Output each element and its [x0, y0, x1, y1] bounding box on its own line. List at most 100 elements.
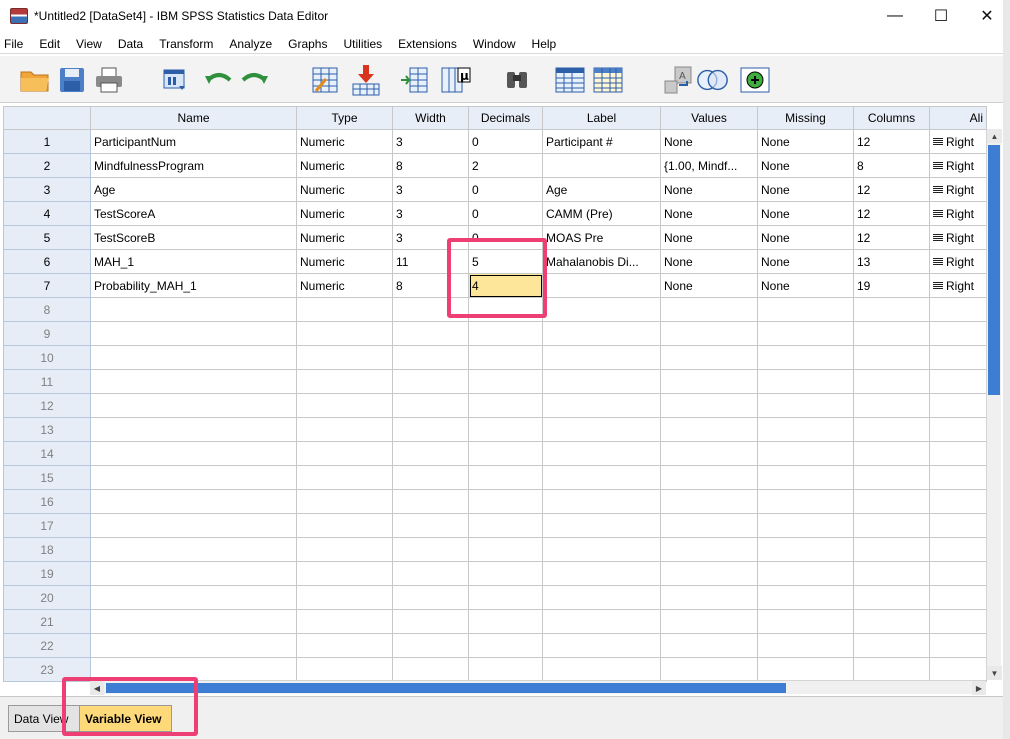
empty-cell[interactable]	[929, 633, 987, 658]
dialog-recall-icon[interactable]	[158, 63, 192, 97]
columns-cell[interactable]: 12	[853, 225, 930, 250]
empty-row[interactable]: 12	[3, 393, 987, 418]
empty-cell[interactable]	[853, 489, 930, 514]
name-cell[interactable]: Age	[90, 177, 297, 202]
menu-data[interactable]: Data	[111, 37, 152, 51]
row-number[interactable]: 18	[3, 537, 91, 562]
empty-cell[interactable]	[853, 657, 930, 682]
columns-cell[interactable]: 12	[853, 129, 930, 154]
empty-row[interactable]: 13	[3, 417, 987, 442]
menu-help[interactable]: Help	[525, 37, 566, 51]
empty-cell[interactable]	[929, 297, 987, 322]
row-number[interactable]: 20	[3, 585, 91, 610]
empty-cell[interactable]	[468, 393, 543, 418]
empty-row[interactable]: 15	[3, 465, 987, 490]
column-header-label[interactable]: Label	[542, 106, 661, 130]
empty-cell[interactable]	[468, 369, 543, 394]
align-cell[interactable]: Right	[929, 249, 987, 274]
empty-cell[interactable]	[757, 585, 854, 610]
empty-cell[interactable]	[542, 465, 661, 490]
menu-window[interactable]: Window	[466, 37, 525, 51]
empty-cell[interactable]	[853, 561, 930, 586]
empty-cell[interactable]	[660, 441, 758, 466]
name-cell[interactable]: MindfulnessProgram	[90, 153, 297, 178]
missing-cell[interactable]: None	[757, 201, 854, 226]
columns-cell[interactable]: 19	[853, 273, 930, 298]
empty-cell[interactable]	[542, 513, 661, 538]
empty-cell[interactable]	[929, 489, 987, 514]
columns-cell[interactable]: 8	[853, 153, 930, 178]
minimize-button[interactable]: —	[872, 0, 918, 32]
empty-cell[interactable]	[757, 441, 854, 466]
empty-cell[interactable]	[853, 441, 930, 466]
empty-cell[interactable]	[90, 321, 297, 346]
column-header-type[interactable]: Type	[296, 106, 393, 130]
print-icon[interactable]	[92, 63, 126, 97]
empty-cell[interactable]	[468, 441, 543, 466]
empty-cell[interactable]	[392, 441, 469, 466]
variable-row[interactable]: 1 ParticipantNum Numeric 3 0 Participant # Non…	[3, 129, 987, 154]
label-cell[interactable]: MOAS Pre	[542, 225, 661, 250]
empty-cell[interactable]	[853, 633, 930, 658]
empty-row[interactable]: 19	[3, 561, 987, 586]
type-cell[interactable]: Numeric	[296, 225, 393, 250]
empty-cell[interactable]	[542, 561, 661, 586]
values-cell[interactable]: None	[660, 273, 758, 298]
values-cell[interactable]: {1.00, Mindf...	[660, 153, 758, 178]
row-number[interactable]: 13	[3, 417, 91, 442]
empty-cell[interactable]	[660, 633, 758, 658]
empty-cell[interactable]	[929, 393, 987, 418]
empty-cell[interactable]	[757, 417, 854, 442]
empty-cell[interactable]	[90, 369, 297, 394]
column-header-values[interactable]: Values	[660, 106, 758, 130]
name-cell[interactable]: Probability_MAH_1	[90, 273, 297, 298]
empty-cell[interactable]	[660, 297, 758, 322]
empty-cell[interactable]	[296, 657, 393, 682]
variable-row[interactable]: 2 MindfulnessProgram Numeric 8 2 {1.00, Mindf…	[3, 153, 987, 178]
row-number[interactable]: 19	[3, 561, 91, 586]
empty-cell[interactable]	[392, 585, 469, 610]
maximize-button[interactable]: ☐	[918, 0, 964, 32]
menu-view[interactable]: View	[69, 37, 111, 51]
vertical-scroll-thumb[interactable]	[988, 145, 1000, 395]
row-number[interactable]: 12	[3, 393, 91, 418]
width-cell[interactable]: 3	[392, 201, 469, 226]
empty-cell[interactable]	[542, 489, 661, 514]
empty-cell[interactable]	[929, 585, 987, 610]
row-number[interactable]: 1	[3, 129, 91, 154]
row-number[interactable]: 10	[3, 345, 91, 370]
empty-cell[interactable]	[468, 321, 543, 346]
variables-icon[interactable]	[398, 63, 432, 97]
empty-cell[interactable]	[296, 441, 393, 466]
empty-cell[interactable]	[90, 417, 297, 442]
empty-cell[interactable]	[853, 297, 930, 322]
row-number[interactable]: 2	[3, 153, 91, 178]
goto-variable-icon[interactable]	[349, 63, 383, 97]
empty-cell[interactable]	[660, 393, 758, 418]
name-cell[interactable]: MAH_1	[90, 249, 297, 274]
row-number[interactable]: 22	[3, 633, 91, 658]
empty-cell[interactable]	[90, 537, 297, 562]
save-icon[interactable]	[55, 63, 89, 97]
values-cell[interactable]: None	[660, 225, 758, 250]
empty-cell[interactable]	[757, 633, 854, 658]
horizontal-scroll-thumb[interactable]	[106, 683, 786, 693]
corner-cell[interactable]	[3, 106, 91, 130]
empty-cell[interactable]	[392, 609, 469, 634]
empty-cell[interactable]	[468, 633, 543, 658]
redo-icon[interactable]	[237, 63, 271, 97]
empty-cell[interactable]	[929, 417, 987, 442]
type-cell[interactable]: Numeric	[296, 177, 393, 202]
empty-cell[interactable]	[296, 369, 393, 394]
type-cell[interactable]: Numeric	[296, 129, 393, 154]
empty-cell[interactable]	[542, 633, 661, 658]
empty-cell[interactable]	[392, 417, 469, 442]
align-cell[interactable]: Right	[929, 177, 987, 202]
empty-cell[interactable]	[468, 513, 543, 538]
menu-utilities[interactable]: Utilities	[336, 37, 391, 51]
empty-row[interactable]: 20	[3, 585, 987, 610]
empty-cell[interactable]	[929, 321, 987, 346]
empty-cell[interactable]	[90, 441, 297, 466]
empty-cell[interactable]	[929, 609, 987, 634]
values-cell[interactable]: None	[660, 201, 758, 226]
